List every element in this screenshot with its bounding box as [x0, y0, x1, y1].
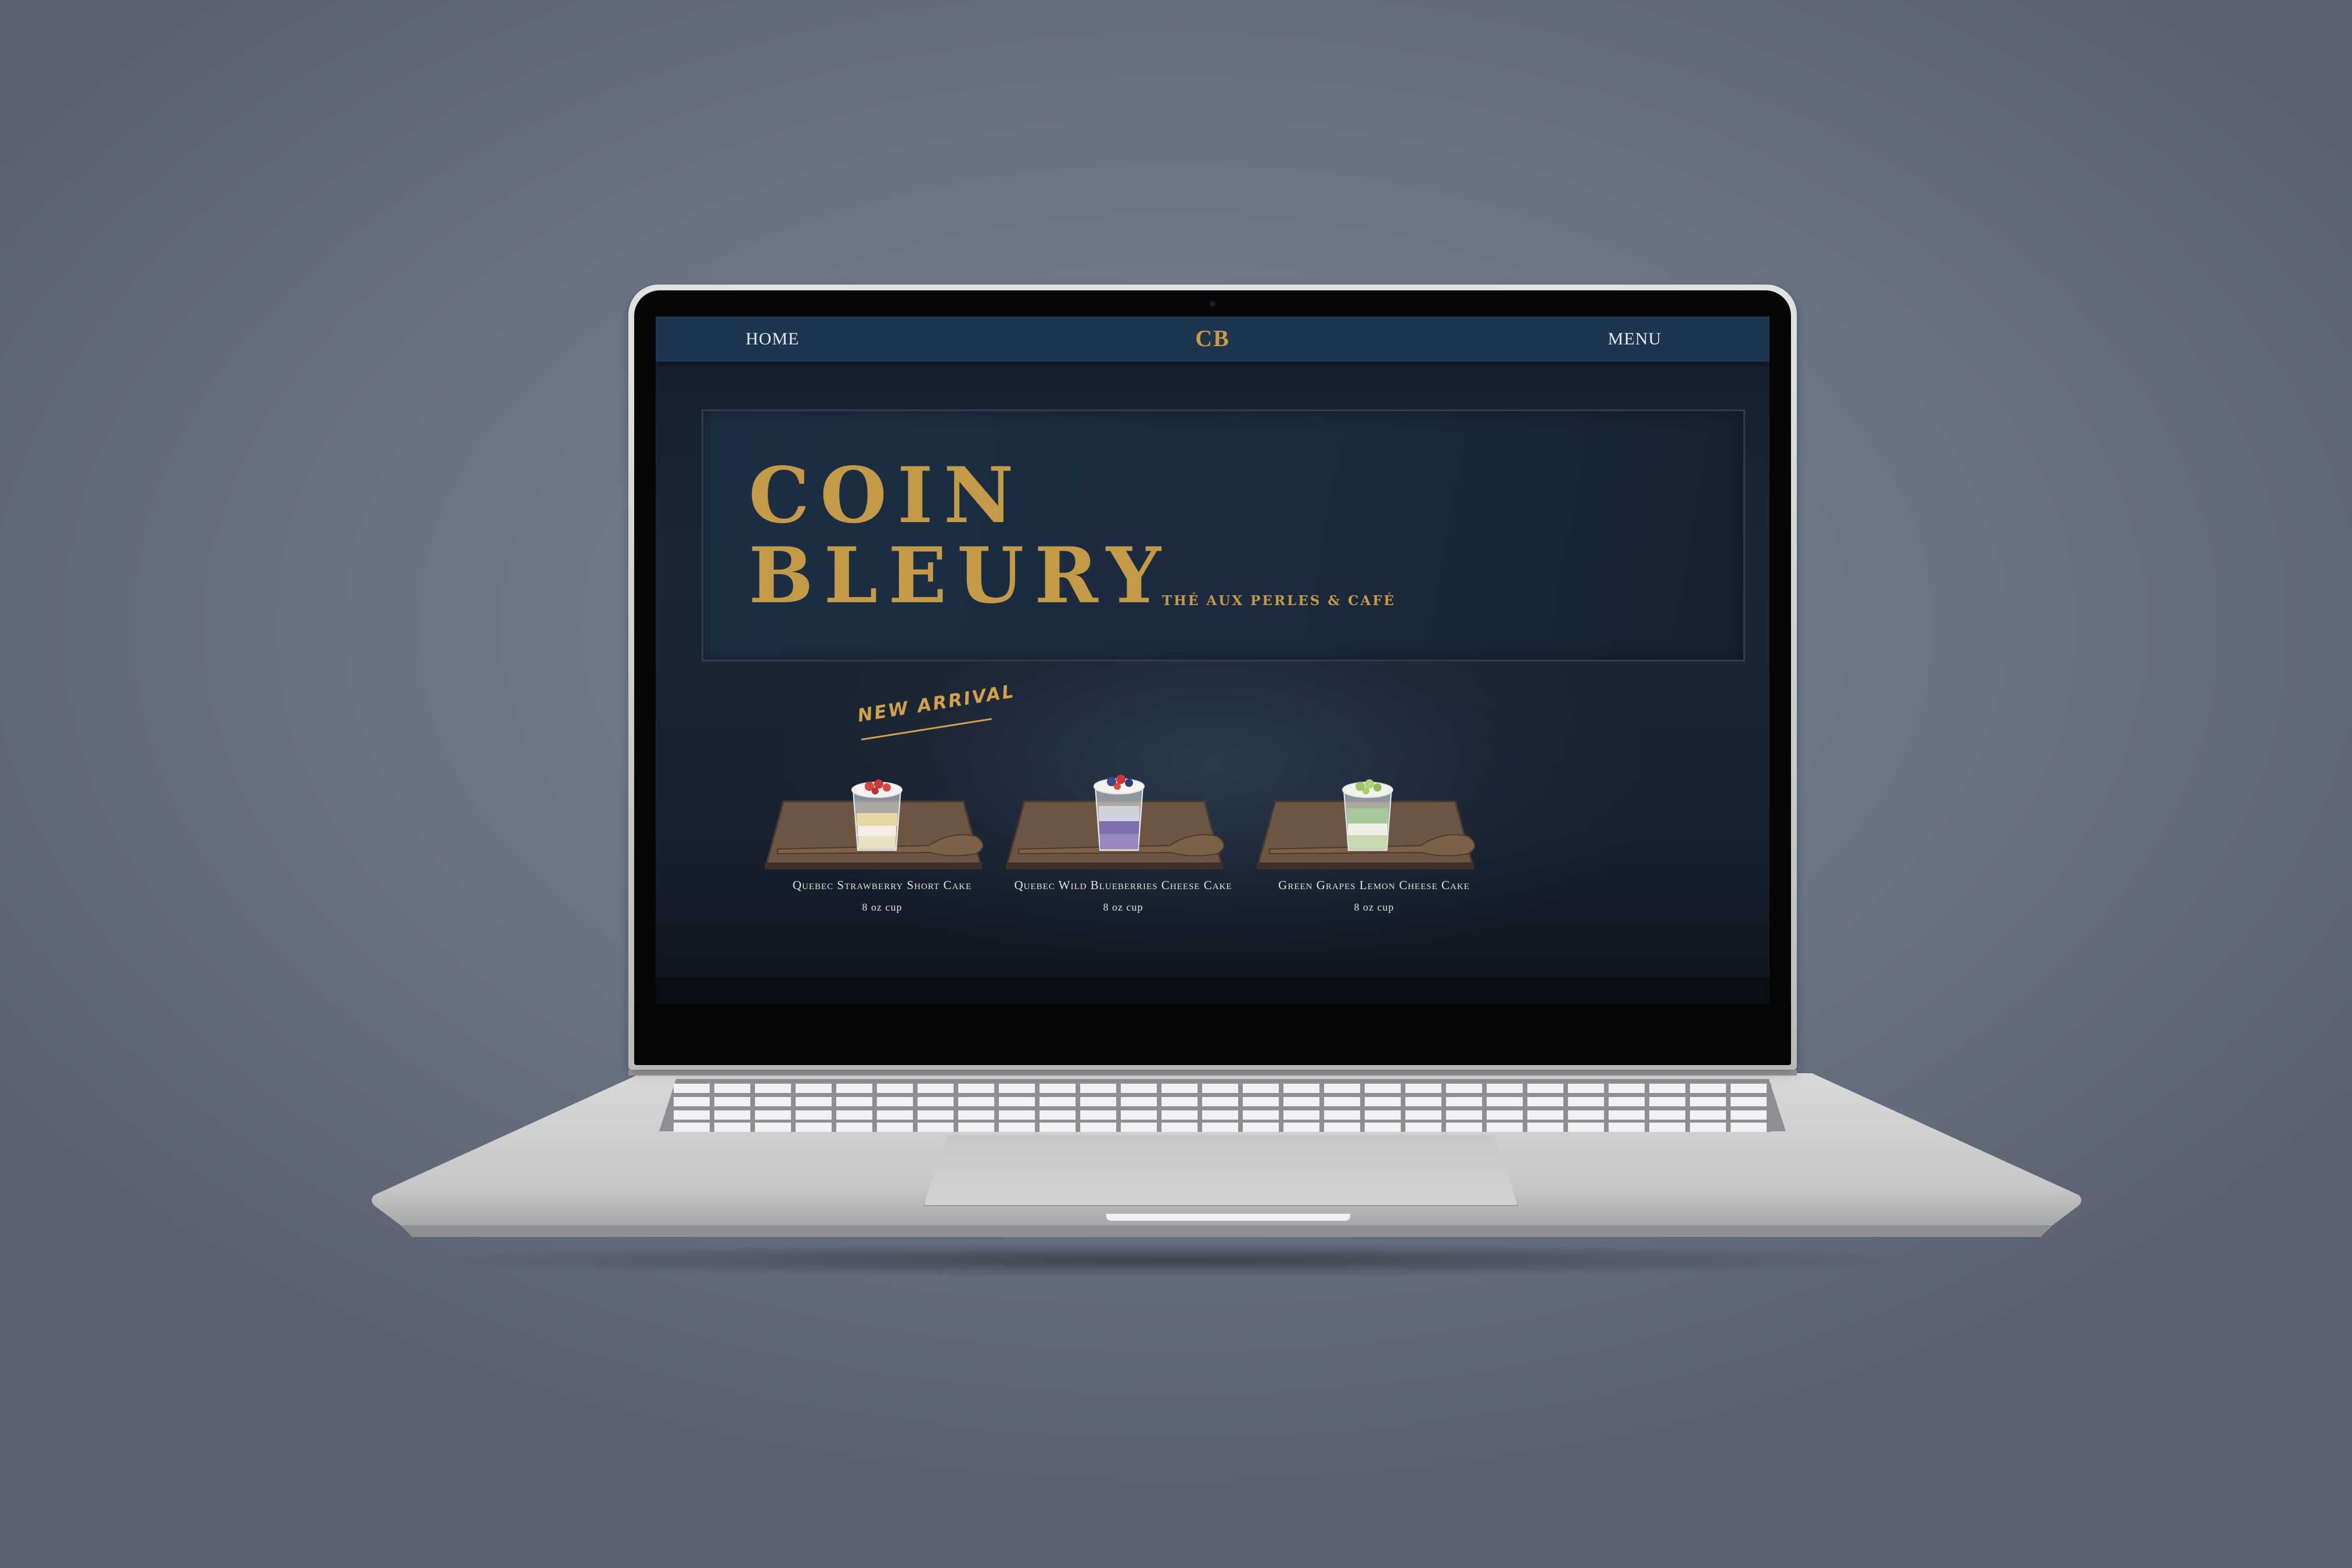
product-card[interactable]: Quebec Strawberry Short Cake 8 oz cup — [760, 743, 1004, 935]
trackpad — [923, 1135, 1518, 1206]
hero-tagline: THÉ AUX PERLES & CAFÉ — [1162, 593, 1396, 609]
lid-opening-notch — [1106, 1214, 1350, 1221]
product-card[interactable]: Green Grapes Lemon Cheese Cake 8 oz cup — [1252, 743, 1496, 935]
hero-title-line-1: COIN — [749, 451, 1024, 541]
product-name[interactable]: Quebec Wild Blueberries Cheese Cake — [1001, 878, 1245, 893]
product-name[interactable]: Green Grapes Lemon Cheese Cake — [1252, 878, 1496, 893]
keyboard-row — [674, 1123, 1771, 1132]
hero-title-line-2: BLEURY — [749, 531, 1171, 621]
keyboard-row — [674, 1097, 1771, 1106]
camera-icon — [1210, 301, 1215, 307]
product-size: 8 oz cup — [862, 901, 902, 913]
laptop-shadow — [407, 1243, 1945, 1278]
screen-bottom-edge — [656, 977, 1770, 1004]
site-logo[interactable]: CB — [656, 325, 1770, 352]
product-image[interactable] — [1001, 743, 1245, 871]
keyboard-row — [674, 1110, 1771, 1120]
top-navigation: HOME CB MENU — [656, 317, 1770, 362]
laptop-hinge — [628, 1070, 1797, 1076]
keyboard-row — [674, 1084, 1771, 1093]
website-viewport: HOME CB MENU COIN BLEURY THÉ AUX PERLES … — [656, 317, 1770, 1004]
product-name[interactable]: Quebec Strawberry Short Cake — [760, 878, 1004, 893]
product-size: 8 oz cup — [1103, 901, 1143, 913]
product-size: 8 oz cup — [1354, 901, 1394, 913]
nav-menu-link[interactable]: MENU — [1608, 329, 1661, 349]
product-image[interactable] — [1252, 743, 1496, 871]
product-image[interactable] — [760, 743, 1004, 871]
product-card[interactable]: Quebec Wild Blueberries Cheese Cake 8 oz… — [1001, 743, 1245, 935]
hero-banner: COIN BLEURY THÉ AUX PERLES & CAFÉ — [702, 409, 1745, 661]
